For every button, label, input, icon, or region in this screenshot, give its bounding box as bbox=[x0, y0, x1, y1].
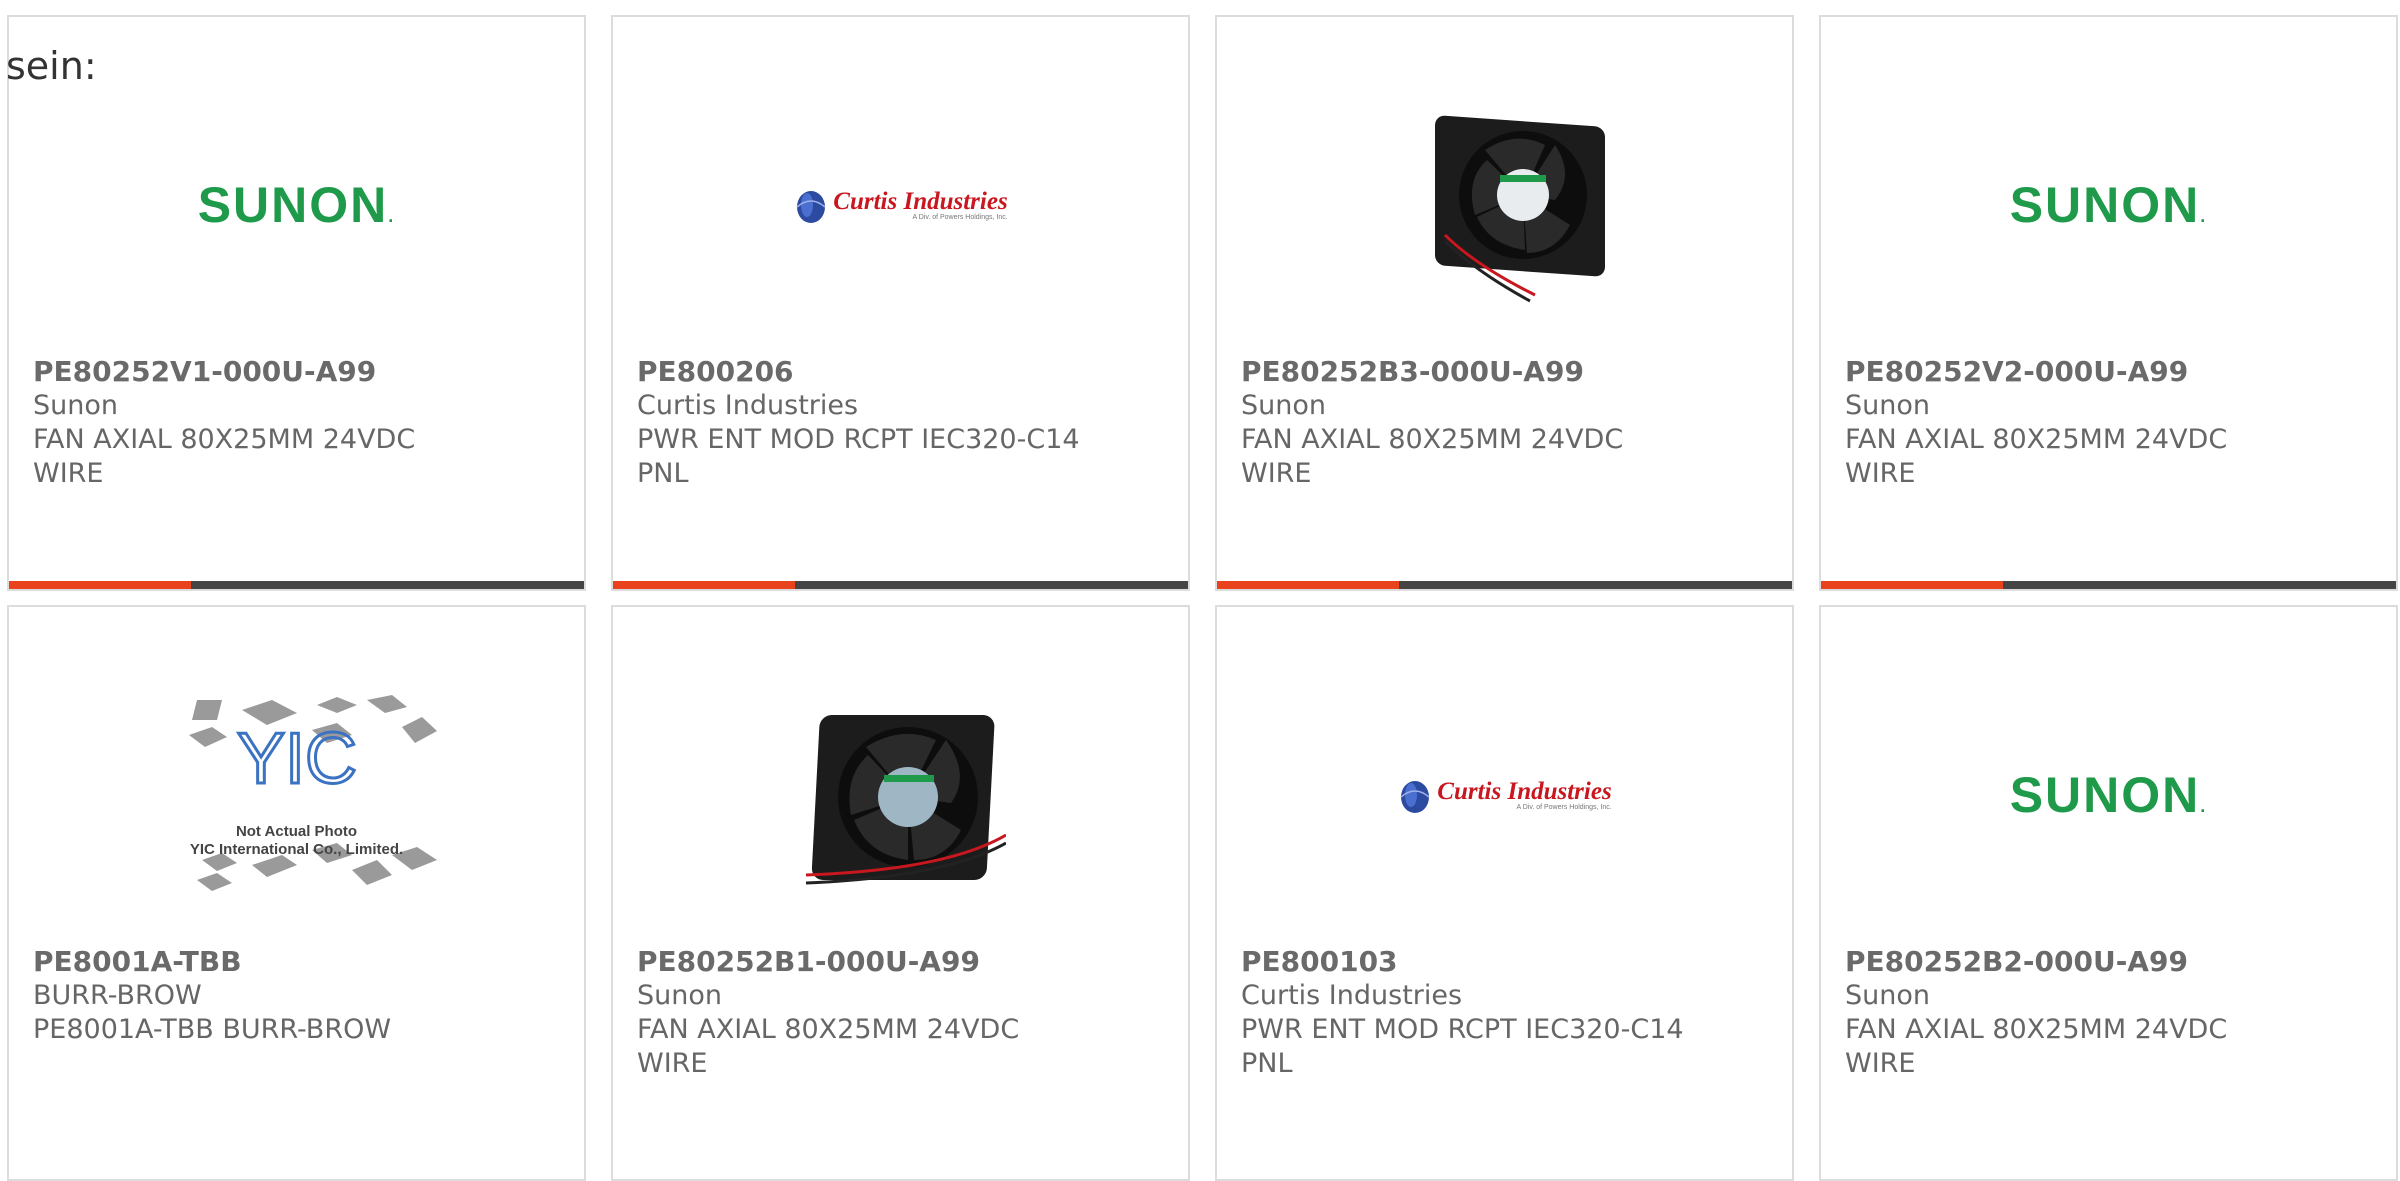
product-image[interactable] bbox=[613, 655, 1188, 935]
manufacturer: Curtis Industries bbox=[637, 390, 859, 421]
description: FAN AXIAL 80X25MM 24VDC bbox=[33, 424, 416, 455]
part-number[interactable]: PE80252B2-000U-A99 bbox=[1845, 945, 2376, 979]
product-image[interactable]: SUNON. bbox=[1821, 65, 2396, 345]
manufacturer: Sunon bbox=[637, 980, 722, 1011]
sunon-logo: SUNON. bbox=[2009, 767, 2208, 823]
card-footer-bar bbox=[9, 581, 584, 589]
card-accent bbox=[613, 581, 795, 589]
manufacturer: Sunon bbox=[1845, 980, 1930, 1011]
description-line2: WIRE bbox=[637, 1048, 708, 1079]
description-line2: WIRE bbox=[1845, 458, 1916, 489]
product-image[interactable]: SUNON. bbox=[9, 65, 584, 345]
curtis-logo: Curtis Industries A Div. of Powers Holdi… bbox=[1397, 775, 1612, 815]
product-grid: SUNON. PE80252V1-000U-A99 Sunon FAN AXIA… bbox=[7, 15, 2398, 1181]
product-card[interactable]: PE80252B1-000U-A99 Sunon FAN AXIAL 80X25… bbox=[611, 605, 1190, 1181]
description-line2: WIRE bbox=[1241, 458, 1312, 489]
manufacturer: Sunon bbox=[33, 390, 118, 421]
card-footer-bar bbox=[1821, 581, 2396, 589]
part-number[interactable]: PE800206 bbox=[637, 355, 1168, 389]
curtis-globe-icon bbox=[1400, 781, 1430, 813]
card-accent bbox=[1217, 581, 1399, 589]
description-line2: WIRE bbox=[1845, 1048, 1916, 1079]
svg-text:YIC: YIC bbox=[236, 719, 356, 799]
product-card[interactable]: SUNON. PE80252V1-000U-A99 Sunon FAN AXIA… bbox=[7, 15, 586, 591]
product-card[interactable]: YIC Not Actual Photo YIC International C… bbox=[7, 605, 586, 1181]
product-card[interactable]: PE80252B3-000U-A99 Sunon FAN AXIAL 80X25… bbox=[1215, 15, 1794, 591]
part-number[interactable]: PE800103 bbox=[1241, 945, 1772, 979]
sunon-logo: SUNON. bbox=[2009, 177, 2208, 233]
yic-note: Not Actual Photo YIC International Co., … bbox=[189, 823, 404, 858]
description: PWR ENT MOD RCPT IEC320-C14 bbox=[637, 424, 1080, 455]
card-footer-bar bbox=[1217, 581, 1792, 589]
description: FAN AXIAL 80X25MM 24VDC bbox=[1845, 1014, 2228, 1045]
description-line2: WIRE bbox=[33, 458, 104, 489]
card-footer-bar bbox=[613, 581, 1188, 589]
curtis-logo: Curtis Industries A Div. of Powers Holdi… bbox=[793, 185, 1008, 225]
lead-text: sein: bbox=[6, 44, 97, 88]
description-line2: PNL bbox=[1241, 1048, 1293, 1079]
part-number[interactable]: PE8001A-TBB bbox=[33, 945, 564, 979]
card-accent bbox=[9, 581, 191, 589]
product-image[interactable] bbox=[1217, 65, 1792, 345]
product-image[interactable]: Curtis Industries A Div. of Powers Holdi… bbox=[1217, 655, 1792, 935]
part-number[interactable]: PE80252V2-000U-A99 bbox=[1845, 355, 2376, 389]
sunon-logo: SUNON. bbox=[197, 177, 396, 233]
product-card[interactable]: Curtis Industries A Div. of Powers Holdi… bbox=[1215, 605, 1794, 1181]
curtis-globe-icon bbox=[796, 191, 826, 223]
manufacturer: Curtis Industries bbox=[1241, 980, 1463, 1011]
product-image[interactable]: SUNON. bbox=[1821, 655, 2396, 935]
description-line2: PNL bbox=[637, 458, 689, 489]
product-card[interactable]: SUNON. PE80252B2-000U-A99 Sunon FAN AXIA… bbox=[1819, 605, 2398, 1181]
fan-photo bbox=[1434, 115, 1605, 303]
part-number[interactable]: PE80252V1-000U-A99 bbox=[33, 355, 564, 389]
fan-photo bbox=[805, 715, 1006, 885]
part-number[interactable]: PE80252B3-000U-A99 bbox=[1241, 355, 1772, 389]
description: FAN AXIAL 80X25MM 24VDC bbox=[1241, 424, 1624, 455]
description: FAN AXIAL 80X25MM 24VDC bbox=[1845, 424, 2228, 455]
product-card[interactable]: SUNON. PE80252V2-000U-A99 Sunon FAN AXIA… bbox=[1819, 15, 2398, 591]
product-image[interactable]: YIC Not Actual Photo YIC International C… bbox=[9, 655, 584, 935]
manufacturer: Sunon bbox=[1845, 390, 1930, 421]
card-accent bbox=[1821, 581, 2003, 589]
product-card[interactable]: Curtis Industries A Div. of Powers Holdi… bbox=[611, 15, 1190, 591]
description: PWR ENT MOD RCPT IEC320-C14 bbox=[1241, 1014, 1684, 1045]
description: PE8001A-TBB BURR-BROW bbox=[33, 1014, 392, 1045]
manufacturer: BURR-BROW bbox=[33, 980, 202, 1011]
description: FAN AXIAL 80X25MM 24VDC bbox=[637, 1014, 1020, 1045]
part-number[interactable]: PE80252B1-000U-A99 bbox=[637, 945, 1168, 979]
manufacturer: Sunon bbox=[1241, 390, 1326, 421]
product-image[interactable]: Curtis Industries A Div. of Powers Holdi… bbox=[613, 65, 1188, 345]
yic-placeholder-image: YIC bbox=[188, 695, 437, 891]
